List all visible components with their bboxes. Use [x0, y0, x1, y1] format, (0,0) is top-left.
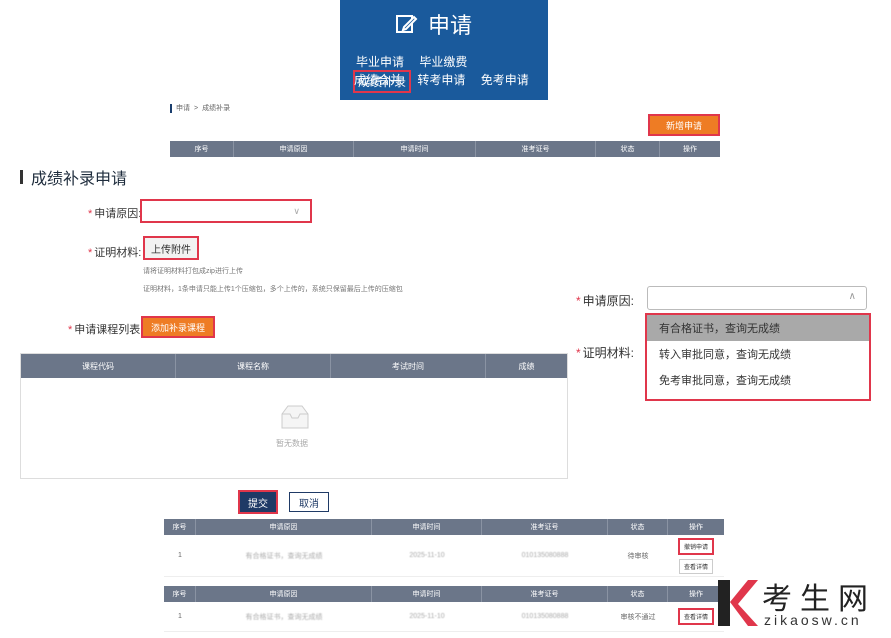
col-reason: 申请原因	[234, 141, 354, 157]
apply-banner: 申请 毕业申请 毕业缴费 成绩补录 成绩合并 转考申请 免考申请	[340, 0, 548, 100]
upload-hint-2: 证明材料，1条申请只能上传1个压缩包，多个上传的，系统只保留最后上传的压缩包	[143, 286, 403, 293]
dropdown-reason-label: * 申请原因:	[576, 294, 635, 308]
col-time: 申请时间	[354, 141, 476, 157]
result-table-1: 序号 申请原因 申请时间 准考证号 状态 操作 1 有合格证书，查询无成绩 20…	[164, 519, 724, 577]
col-index: 序号	[170, 141, 234, 157]
breadcrumb: 申请 > 成绩补录	[170, 103, 230, 113]
page-title-text: 成绩补录申请	[31, 171, 128, 188]
new-application-button[interactable]: 新增申请	[648, 114, 720, 136]
reason-option-exempt[interactable]: 免考审批同意，查询无成绩	[647, 367, 869, 393]
empty-text: 暂无数据	[276, 439, 308, 448]
col-exam-time: 考试时间	[331, 354, 486, 378]
breadcrumb-sep: >	[194, 104, 199, 112]
table-row: 1 有合格证书，查询无成绩 2025-11-10 010135080888 待审…	[164, 535, 724, 577]
reason-option-certificate[interactable]: 有合格证书，查询无成绩	[647, 315, 869, 341]
breadcrumb-apply[interactable]: 申请	[176, 103, 190, 113]
empty-inbox-icon	[281, 405, 309, 429]
upload-hint-1: 请将证明材料打包成zip进行上传	[143, 268, 243, 275]
result-table-2: 序号 申请原因 申请时间 准考证号 状态 操作 1 有合格证书，查询无成绩 20…	[164, 586, 724, 632]
col-score: 成绩	[518, 361, 535, 371]
col-status: 状态	[596, 141, 660, 157]
course-table-header: 课程代码 课程名称 考试时间 成绩	[21, 354, 567, 378]
k-logo-icon	[718, 580, 758, 626]
edit-icon	[396, 15, 418, 33]
top-table-header: 序号 申请原因 申请时间 准考证号 状态 操作	[170, 141, 720, 157]
reason-label: * 申请原因:	[88, 208, 142, 220]
dropdown-material-label: * 证明材料:	[576, 346, 635, 360]
cancel-button[interactable]: 取消	[289, 492, 329, 512]
view-detail-button[interactable]: 查看详情	[677, 608, 714, 625]
banner-title-text: 申请	[428, 13, 473, 38]
banner-title: 申请	[394, 8, 472, 40]
course-table: 课程代码 课程名称 考试时间 成绩 暂无数据	[20, 353, 568, 479]
reason-option-transfer[interactable]: 转入审批同意，查询无成绩	[647, 341, 869, 367]
material-label: * 证明材料:	[88, 247, 142, 259]
nav-transfer-apply[interactable]: 转考申请	[417, 71, 465, 88]
result-table-2-header: 序号 申请原因 申请时间 准考证号 状态 操作	[164, 586, 724, 602]
view-detail-button[interactable]: 查看详情	[678, 558, 713, 574]
reason-options-menu: 有合格证书，查询无成绩 转入审批同意，查询无成绩 免考审批同意，查询无成绩	[645, 313, 871, 401]
zikaosw-logo: 考生网 zikaosw.cn	[714, 574, 884, 634]
page-title: 成绩补录申请	[20, 165, 127, 189]
logo-en-text: zikaosw.cn	[764, 612, 862, 628]
reason-select[interactable]: ∨	[140, 199, 312, 223]
submit-button[interactable]: 提交	[238, 490, 278, 514]
result-table-1-header: 序号 申请原因 申请时间 准考证号 状态 操作	[164, 519, 724, 535]
course-list-label: * 申请课程列表:	[68, 324, 144, 336]
col-course-name: 课程名称	[176, 354, 331, 378]
chevron-down-icon: ∨	[293, 206, 300, 216]
col-course-code: 课程代码	[21, 354, 176, 378]
nav-graduation-fee[interactable]: 毕业缴费	[419, 53, 467, 70]
col-action: 操作	[683, 146, 697, 153]
table-row: 1 有合格证书，查询无成绩 2025-11-10 010135080888 审核…	[164, 602, 724, 632]
nav-score-merge[interactable]: 成绩合并	[354, 71, 402, 88]
revoke-button[interactable]: 撤销申请	[677, 537, 714, 555]
col-ticket: 准考证号	[476, 141, 596, 157]
nav-exempt-apply[interactable]: 免考申请	[481, 71, 529, 88]
chevron-up-icon: ∧	[848, 291, 856, 302]
dropdown-reason-select[interactable]: ∧	[647, 286, 867, 310]
breadcrumb-current: 成绩补录	[202, 105, 231, 112]
nav-graduation-apply[interactable]: 毕业申请	[356, 53, 404, 70]
add-course-button[interactable]: 添加补录课程	[141, 316, 215, 338]
upload-attachment-button[interactable]: 上传附件	[143, 236, 199, 260]
